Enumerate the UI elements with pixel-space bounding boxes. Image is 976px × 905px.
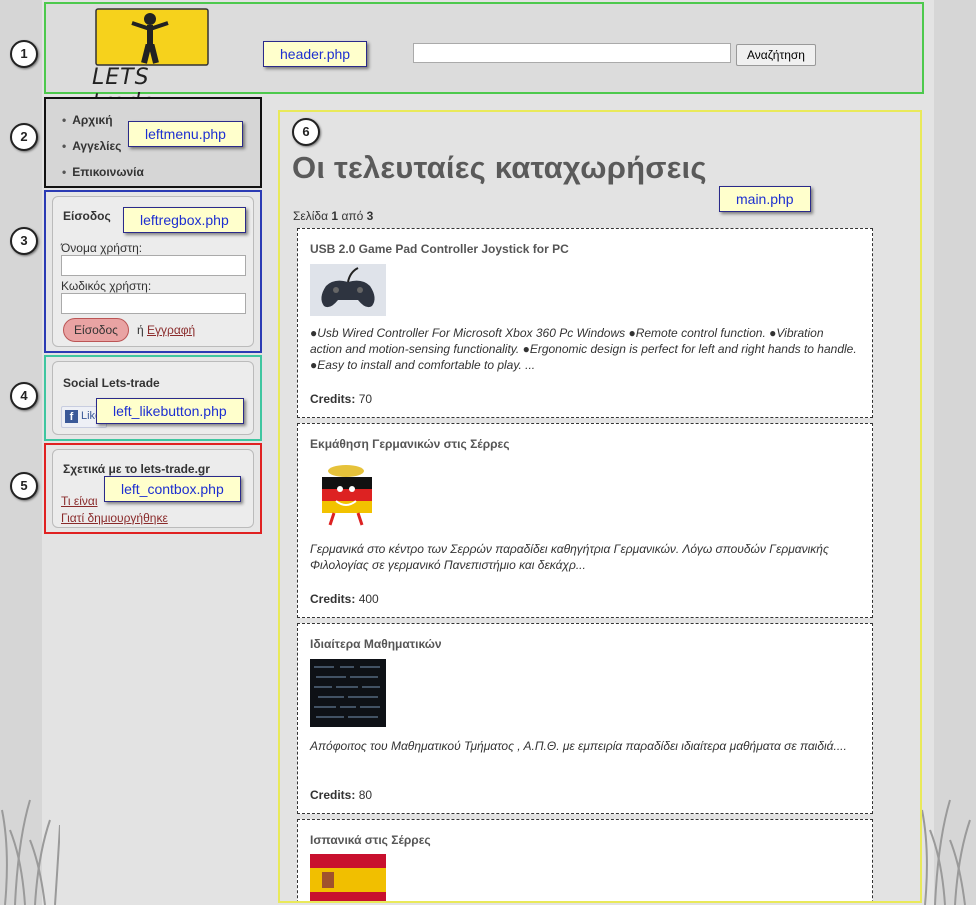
- search-input[interactable]: [413, 43, 731, 63]
- likebutton-tag: left_likebutton.php: [96, 398, 244, 424]
- listing-description: Γερμανικά στο κέντρο των Σερρών παραδίδε…: [310, 542, 829, 572]
- menu-item-label: Αρχική: [72, 113, 113, 127]
- listing-credits: Credits: 400: [310, 592, 379, 606]
- pager: Σελίδα 1 από 3: [293, 209, 373, 223]
- menu-item-label: Επικοινωνία: [72, 165, 144, 179]
- bullet-icon: •: [62, 165, 67, 179]
- main-region: Οι τελευταίες καταχωρήσεις Σελίδα 1 από …: [278, 110, 922, 903]
- grass-right-decoration: [921, 799, 971, 905]
- pager-mid: από: [341, 209, 364, 223]
- menu-item-ads[interactable]: • Αγγελίες: [62, 139, 121, 153]
- marker-1: 1: [10, 40, 38, 68]
- gamepad-image[interactable]: [310, 264, 386, 316]
- listing-description: ●Usb Wired Controller For Microsoft Xbox…: [310, 326, 857, 372]
- credits-value: 400: [358, 592, 379, 606]
- listing-item[interactable]: Ιδιαίτερα Μαθηματικών Απόφοιτος του Μαθη…: [297, 623, 873, 814]
- menu-item-contact[interactable]: • Επικοινωνία: [62, 165, 144, 179]
- main-tag: main.php: [719, 186, 811, 212]
- credits-value: 70: [358, 392, 373, 406]
- listing-title[interactable]: USB 2.0 Game Pad Controller Joystick for…: [310, 242, 569, 256]
- grass-left-decoration: [1, 799, 60, 905]
- marker-5: 5: [10, 472, 38, 500]
- math-chalkboard-image[interactable]: [310, 659, 386, 727]
- listing-title[interactable]: Εκμάθηση Γερμανικών στις Σέρρες: [310, 437, 509, 451]
- header-region: LETS trade Αναζήτηση: [44, 2, 924, 115]
- leftregbox-tag: leftregbox.php: [123, 207, 246, 233]
- why-created-link[interactable]: Γιατί δημιουργήθηκε: [61, 511, 168, 525]
- username-label: Όνομα χρήστη:: [61, 241, 143, 255]
- facebook-icon: f: [65, 410, 78, 423]
- pager-prefix: Σελίδα: [293, 209, 329, 223]
- header-tag: header.php: [263, 41, 368, 67]
- marker-2: 2: [10, 123, 38, 151]
- german-flag-mascot-image[interactable]: [310, 459, 386, 529]
- marker-6: 6: [292, 118, 320, 146]
- spain-flag-image[interactable]: [310, 854, 386, 901]
- credits-label: Credits:: [310, 392, 356, 406]
- credits-label: Credits:: [310, 592, 356, 606]
- credits-value: 80: [358, 788, 373, 802]
- contbox-tag: left_contbox.php: [104, 476, 241, 502]
- leftmenu-tag: leftmenu.php: [128, 121, 243, 147]
- login-title: Είσοδος: [63, 209, 111, 223]
- username-input[interactable]: [61, 255, 246, 276]
- marker-3: 3: [10, 227, 38, 255]
- page-title: Οι τελευταίες καταχωρήσεις: [292, 150, 707, 185]
- listing-credits: Credits: 80: [310, 788, 372, 802]
- pager-total: 3: [366, 209, 374, 223]
- or-text: ή: [137, 323, 144, 337]
- listing-credits: Credits: 70: [310, 392, 372, 406]
- register-link[interactable]: Εγγραφή: [147, 323, 195, 337]
- about-title: Σχετικά με το lets-trade.gr: [63, 462, 210, 476]
- marker-4: 4: [10, 382, 38, 410]
- password-input[interactable]: [61, 293, 246, 314]
- listing-item[interactable]: Ισπανικά στις Σέρρες: [297, 819, 873, 901]
- credits-label: Credits:: [310, 788, 356, 802]
- social-title: Social Lets-trade: [63, 376, 160, 390]
- login-button[interactable]: Είσοδος: [63, 318, 129, 342]
- listing-description: Απόφοιτος του Μαθηματικού Τμήματος , Α.Π…: [310, 739, 847, 753]
- password-label: Κωδικός χρήστη:: [61, 279, 152, 293]
- search-button[interactable]: Αναζήτηση: [736, 44, 816, 66]
- bullet-icon: •: [62, 139, 67, 153]
- menu-item-label: Αγγελίες: [72, 139, 122, 153]
- menu-item-home[interactable]: • Αρχική: [62, 113, 113, 127]
- listing-title[interactable]: Ισπανικά στις Σέρρες: [310, 833, 431, 847]
- listing-title[interactable]: Ιδιαίτερα Μαθηματικών: [310, 637, 442, 651]
- listing-item[interactable]: Εκμάθηση Γερμανικών στις Σέρρες Γερμανικ…: [297, 423, 873, 618]
- bullet-icon: •: [62, 113, 67, 127]
- listing-item[interactable]: USB 2.0 Game Pad Controller Joystick for…: [297, 228, 873, 418]
- pager-current: 1: [331, 209, 339, 223]
- site-logo[interactable]: LETS trade: [92, 7, 216, 115]
- what-is-link[interactable]: Τι είναι: [61, 494, 98, 508]
